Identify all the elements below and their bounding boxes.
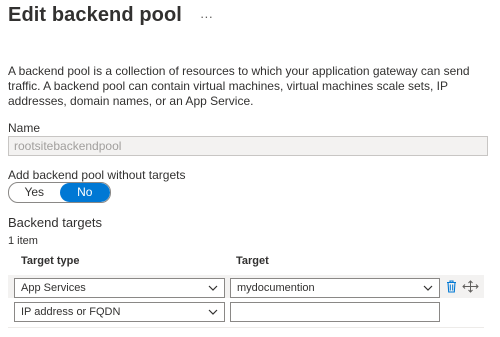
target-select-value: mydocumention bbox=[237, 282, 315, 294]
target-type-select-value: App Services bbox=[21, 282, 86, 294]
more-actions-button[interactable]: ··· bbox=[200, 9, 213, 24]
table-row-divider bbox=[8, 327, 484, 328]
target-select[interactable]: mydocumention bbox=[230, 278, 440, 298]
target-type-select[interactable]: App Services bbox=[14, 278, 225, 298]
name-label: Name bbox=[8, 121, 41, 135]
backend-targets-title: Backend targets bbox=[8, 215, 102, 230]
edit-backend-pool-panel: Edit backend pool ··· A backend pool is … bbox=[0, 0, 500, 337]
column-header-target: Target bbox=[236, 255, 269, 267]
chevron-down-icon bbox=[208, 285, 218, 291]
page-title: Edit backend pool bbox=[8, 4, 182, 26]
without-targets-label: Add backend pool without targets bbox=[8, 168, 186, 182]
description-text: A backend pool is a collection of resour… bbox=[8, 64, 470, 108]
new-target-type-select-value: IP address or FQDN bbox=[21, 306, 121, 318]
backend-targets-count: 1 item bbox=[8, 235, 38, 247]
name-field: rootsitebackendpool bbox=[8, 136, 488, 156]
without-targets-toggle[interactable]: Yes No bbox=[8, 182, 111, 203]
toggle-option-no[interactable]: No bbox=[59, 183, 110, 202]
new-target-input[interactable] bbox=[230, 302, 440, 322]
trash-icon[interactable] bbox=[446, 280, 457, 293]
chevron-down-icon bbox=[208, 309, 218, 315]
toggle-option-yes[interactable]: Yes bbox=[9, 183, 60, 202]
chevron-down-icon bbox=[423, 285, 433, 291]
drag-handle-icon[interactable] bbox=[462, 280, 479, 293]
new-target-type-select[interactable]: IP address or FQDN bbox=[14, 302, 225, 322]
title-row: Edit backend pool ··· bbox=[8, 4, 213, 27]
column-header-target-type: Target type bbox=[21, 255, 80, 267]
